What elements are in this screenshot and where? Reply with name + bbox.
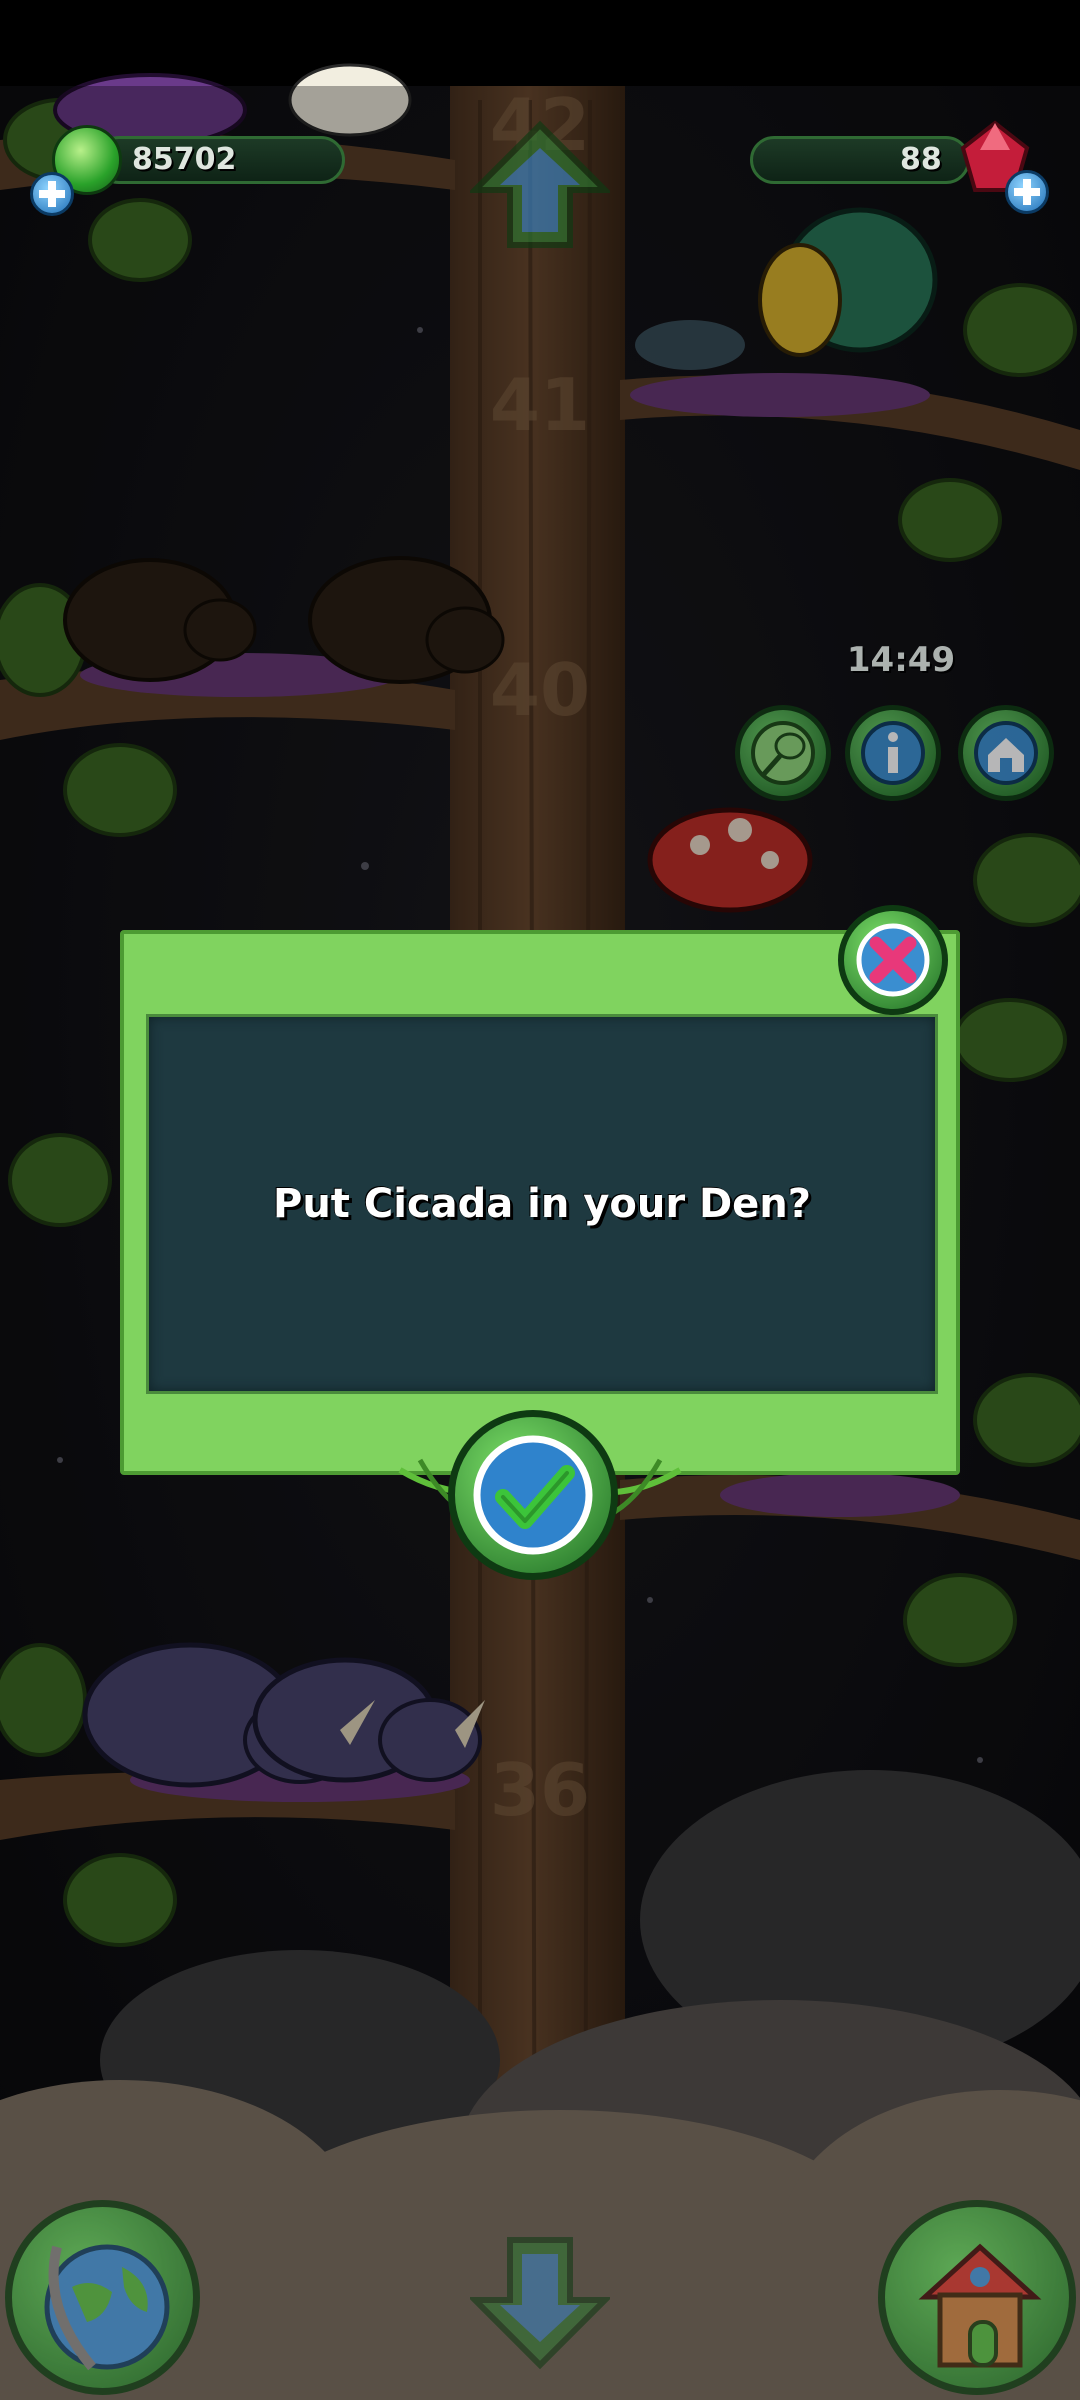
add-coins-button[interactable] [30,172,74,216]
net-button[interactable] [735,705,831,801]
dialog-message: Put Cicada in your Den? [273,1181,811,1227]
house-icon [918,2243,1042,2368]
confirm-button[interactable] [448,1410,618,1580]
plus-icon [1014,179,1040,205]
plus-icon [39,181,65,207]
add-gems-button[interactable] [1005,170,1049,214]
info-icon [861,721,925,785]
close-icon [856,923,930,997]
arrow-up-icon [470,120,610,248]
info-button[interactable] [845,705,941,801]
den-button[interactable] [958,705,1054,801]
world-map-button[interactable] [5,2200,200,2395]
dialog-body: Put Cicada in your Den? [146,1014,938,1394]
coin-count: 85702 [132,142,237,177]
den-house-button[interactable] [878,2200,1076,2395]
checkmark-icon [473,1435,593,1555]
scroll-up-button[interactable] [470,120,610,250]
net-icon [751,721,815,785]
scroll-down-button[interactable] [470,2230,610,2370]
arrow-down-icon [470,2237,610,2370]
den-icon [974,721,1038,785]
close-dialog-button[interactable] [838,905,948,1015]
gem-count: 88 [900,142,942,177]
timer-label: 14:49 [846,640,956,680]
confirm-dialog: Put Cicada in your Den? [120,930,960,1475]
globe-icon [44,2244,170,2371]
game-screen: 42 41 40 36 85702 [0,0,1080,2400]
